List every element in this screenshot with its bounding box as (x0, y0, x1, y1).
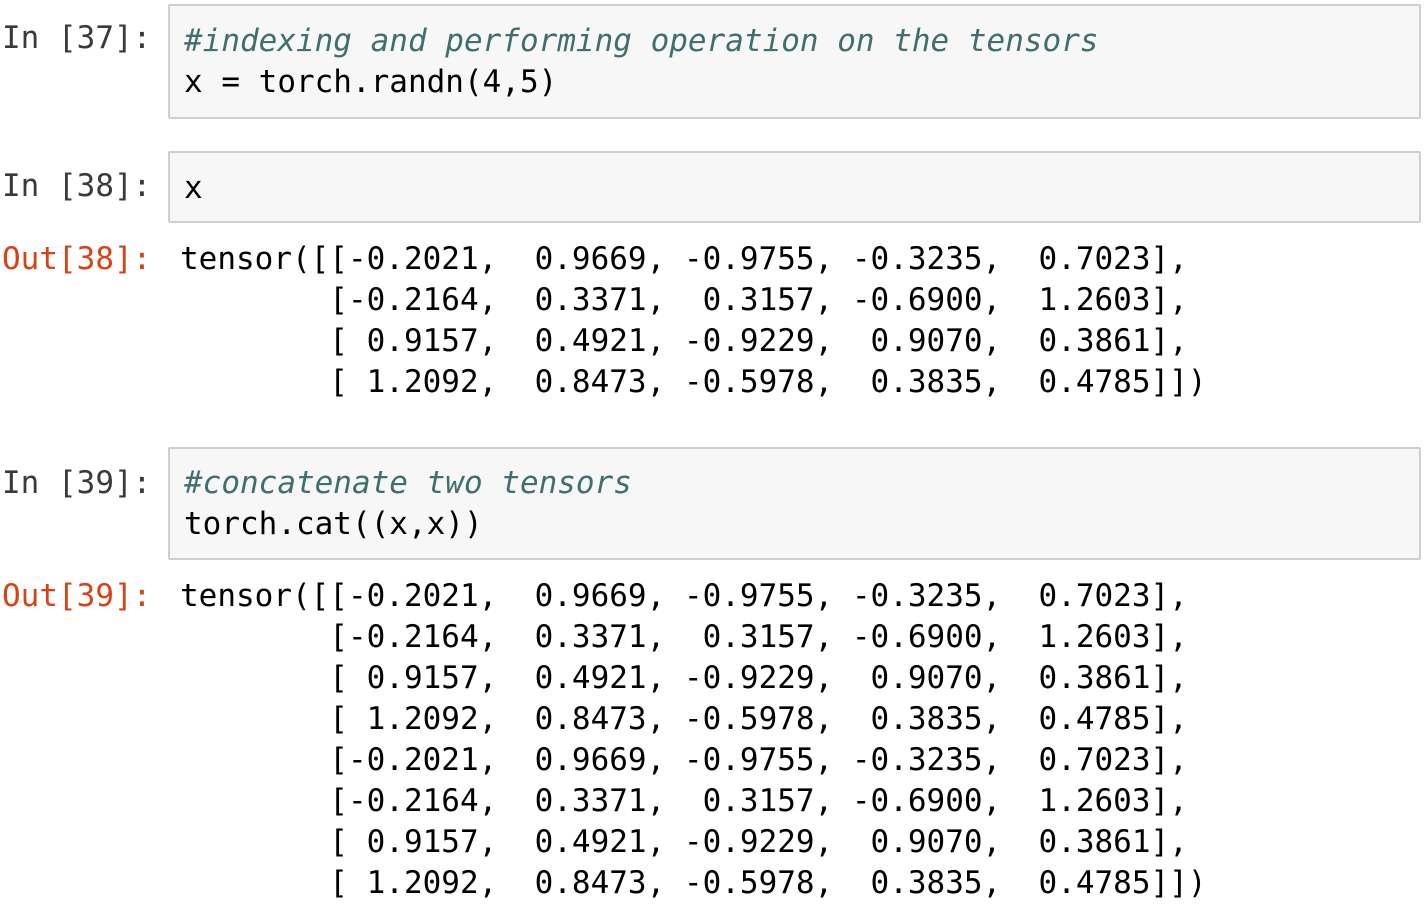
output-line: [-0.2164, 0.3371, 0.3157, -0.6900, 1.260… (180, 619, 1188, 655)
output-line: tensor([[-0.2021, 0.9669, -0.9755, -0.32… (180, 578, 1188, 614)
out-prompt-39: Out[39]: (2, 578, 152, 614)
code-comment-line: #indexing and performing operation on th… (184, 23, 1099, 59)
output-line: [ 0.9157, 0.4921, -0.9229, 0.9070, 0.386… (180, 323, 1188, 359)
output-line: [-0.2164, 0.3371, 0.3157, -0.6900, 1.260… (180, 783, 1188, 819)
output-line: tensor([[-0.2021, 0.9669, -0.9755, -0.32… (180, 241, 1188, 277)
code-input-37[interactable]: #indexing and performing operation on th… (168, 4, 1421, 119)
output-line: [ 1.2092, 0.8473, -0.5978, 0.3835, 0.478… (180, 364, 1207, 400)
code-input-39[interactable]: #concatenate two tensors torch.cat((x,x)… (168, 447, 1421, 560)
code-comment-line: #concatenate two tensors (184, 465, 632, 501)
code-input-38[interactable]: x (168, 151, 1421, 223)
output-line: [ 0.9157, 0.4921, -0.9229, 0.9070, 0.386… (180, 660, 1188, 696)
output-area-39: tensor([[-0.2021, 0.9669, -0.9755, -0.32… (180, 576, 1207, 904)
code-line: x = torch.randn(4,5) (184, 64, 558, 100)
in-prompt-38: In [38]: (2, 168, 152, 204)
output-line: [ 1.2092, 0.8473, -0.5978, 0.3835, 0.478… (180, 701, 1188, 737)
output-line: [ 0.9157, 0.4921, -0.9229, 0.9070, 0.386… (180, 824, 1188, 860)
in-prompt-37: In [37]: (2, 20, 152, 56)
code-line: x (184, 170, 203, 206)
code-line: torch.cat((x,x)) (184, 506, 483, 542)
output-line: [ 1.2092, 0.8473, -0.5978, 0.3835, 0.478… (180, 865, 1207, 901)
output-line: [-0.2021, 0.9669, -0.9755, -0.3235, 0.70… (180, 742, 1188, 778)
output-area-38: tensor([[-0.2021, 0.9669, -0.9755, -0.32… (180, 239, 1207, 403)
output-line: [-0.2164, 0.3371, 0.3157, -0.6900, 1.260… (180, 282, 1188, 318)
in-prompt-39: In [39]: (2, 465, 152, 501)
out-prompt-38: Out[38]: (2, 241, 152, 277)
